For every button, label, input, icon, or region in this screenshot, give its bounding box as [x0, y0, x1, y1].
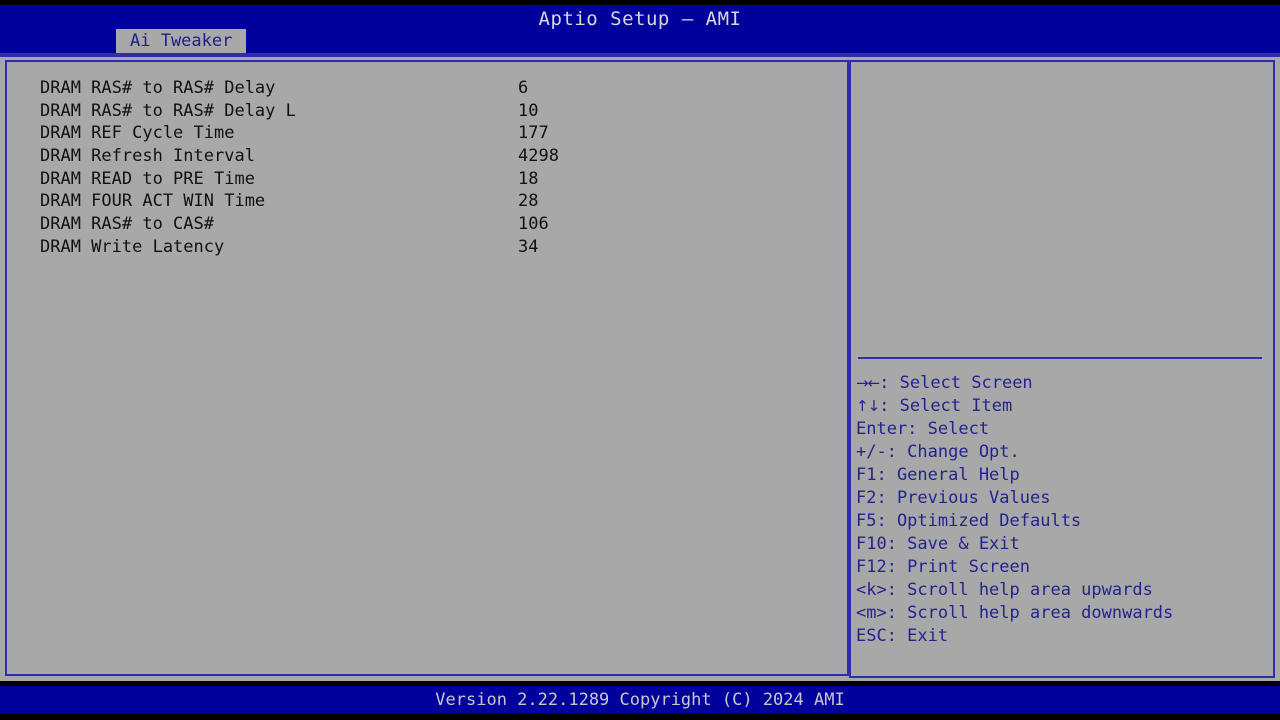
setting-value[interactable]: 10	[518, 100, 538, 123]
setting-value[interactable]: 28	[518, 190, 538, 213]
tab-ai-tweaker[interactable]: Ai Tweaker	[116, 29, 247, 53]
setting-label: DRAM Refresh Interval	[40, 146, 255, 167]
help-separator	[858, 357, 1262, 359]
setting-label: DRAM Write Latency	[40, 236, 225, 257]
help-key-select-screen: →←: Select Screen	[856, 372, 1272, 395]
setting-label: DRAM FOUR ACT WIN Time	[40, 191, 266, 212]
setting-label: DRAM RAS# to RAS# Delay	[40, 78, 276, 98]
setting-row[interactable]: DRAM REF Cycle Time 177	[40, 122, 830, 145]
help-key-select-item: ↑↓: Select Item	[856, 395, 1272, 418]
arrow-left-right-icon: →←	[856, 374, 880, 392]
setting-value[interactable]: 106	[518, 213, 549, 236]
setting-row[interactable]: DRAM RAS# to RAS# Delay 6	[40, 77, 830, 100]
help-key-list: →←: Select Screen ↑↓: Select Item Enter:…	[856, 372, 1272, 648]
setting-row[interactable]: DRAM FOUR ACT WIN Time 28	[40, 190, 830, 213]
setting-row[interactable]: DRAM Refresh Interval 4298	[40, 145, 830, 168]
setting-value[interactable]: 34	[518, 236, 538, 259]
setting-value[interactable]: 6	[518, 77, 528, 100]
bottom-black-bar	[0, 714, 1280, 720]
setting-row[interactable]: DRAM RAS# to RAS# Delay L 10	[40, 100, 830, 123]
setting-row[interactable]: DRAM READ to PRE Time 18	[40, 168, 830, 191]
help-key-f5-optimized-defaults: F5: Optimized Defaults	[856, 511, 1082, 531]
help-key-scroll-up: <k>: Scroll help area upwards	[856, 580, 1153, 600]
version-text: Version 2.22.1289 Copyright (C) 2024 AMI	[435, 690, 845, 710]
help-key-f1-general-help: F1: General Help	[856, 465, 1020, 485]
settings-list: DRAM RAS# to RAS# Delay 6 DRAM RAS# to R…	[40, 77, 830, 259]
setting-label: DRAM REF Cycle Time	[40, 123, 235, 144]
help-panel: →←: Select Screen ↑↓: Select Item Enter:…	[849, 60, 1275, 678]
help-key-f12-print-screen: F12: Print Screen	[856, 557, 1030, 577]
help-key-f2-previous-values: F2: Previous Values	[856, 488, 1051, 508]
setting-label: DRAM RAS# to RAS# Delay L	[40, 100, 296, 121]
help-key-label: : Select Item	[879, 396, 1013, 416]
help-key-esc-exit: ESC: Exit	[856, 626, 949, 646]
bios-setup-screen: Aptio Setup – AMI Ai Tweaker DRAM RAS# t…	[0, 0, 1280, 720]
help-key-scroll-down: <m>: Scroll help area downwards	[856, 603, 1174, 623]
setting-row[interactable]: DRAM RAS# to CAS# 106	[40, 213, 830, 236]
arrow-up-down-icon: ↑↓	[856, 397, 880, 415]
setting-value[interactable]: 18	[518, 168, 538, 191]
tab-strip: Ai Tweaker	[0, 29, 1280, 53]
app-title: Aptio Setup – AMI	[538, 8, 742, 30]
setting-value[interactable]: 177	[518, 122, 549, 145]
help-key-enter-select: Enter: Select	[856, 419, 990, 439]
setting-row[interactable]: DRAM Write Latency 34	[40, 236, 830, 259]
settings-panel: DRAM RAS# to RAS# Delay 6 DRAM RAS# to R…	[5, 60, 849, 676]
help-key-f10-save-exit: F10: Save & Exit	[856, 534, 1020, 554]
setting-label: DRAM READ to PRE Time	[40, 168, 255, 189]
help-key-change-opt: +/-: Change Opt.	[856, 442, 1020, 462]
setting-label: DRAM RAS# to CAS#	[40, 214, 214, 235]
help-key-label: : Select Screen	[879, 373, 1033, 393]
setting-value[interactable]: 4298	[518, 145, 559, 168]
